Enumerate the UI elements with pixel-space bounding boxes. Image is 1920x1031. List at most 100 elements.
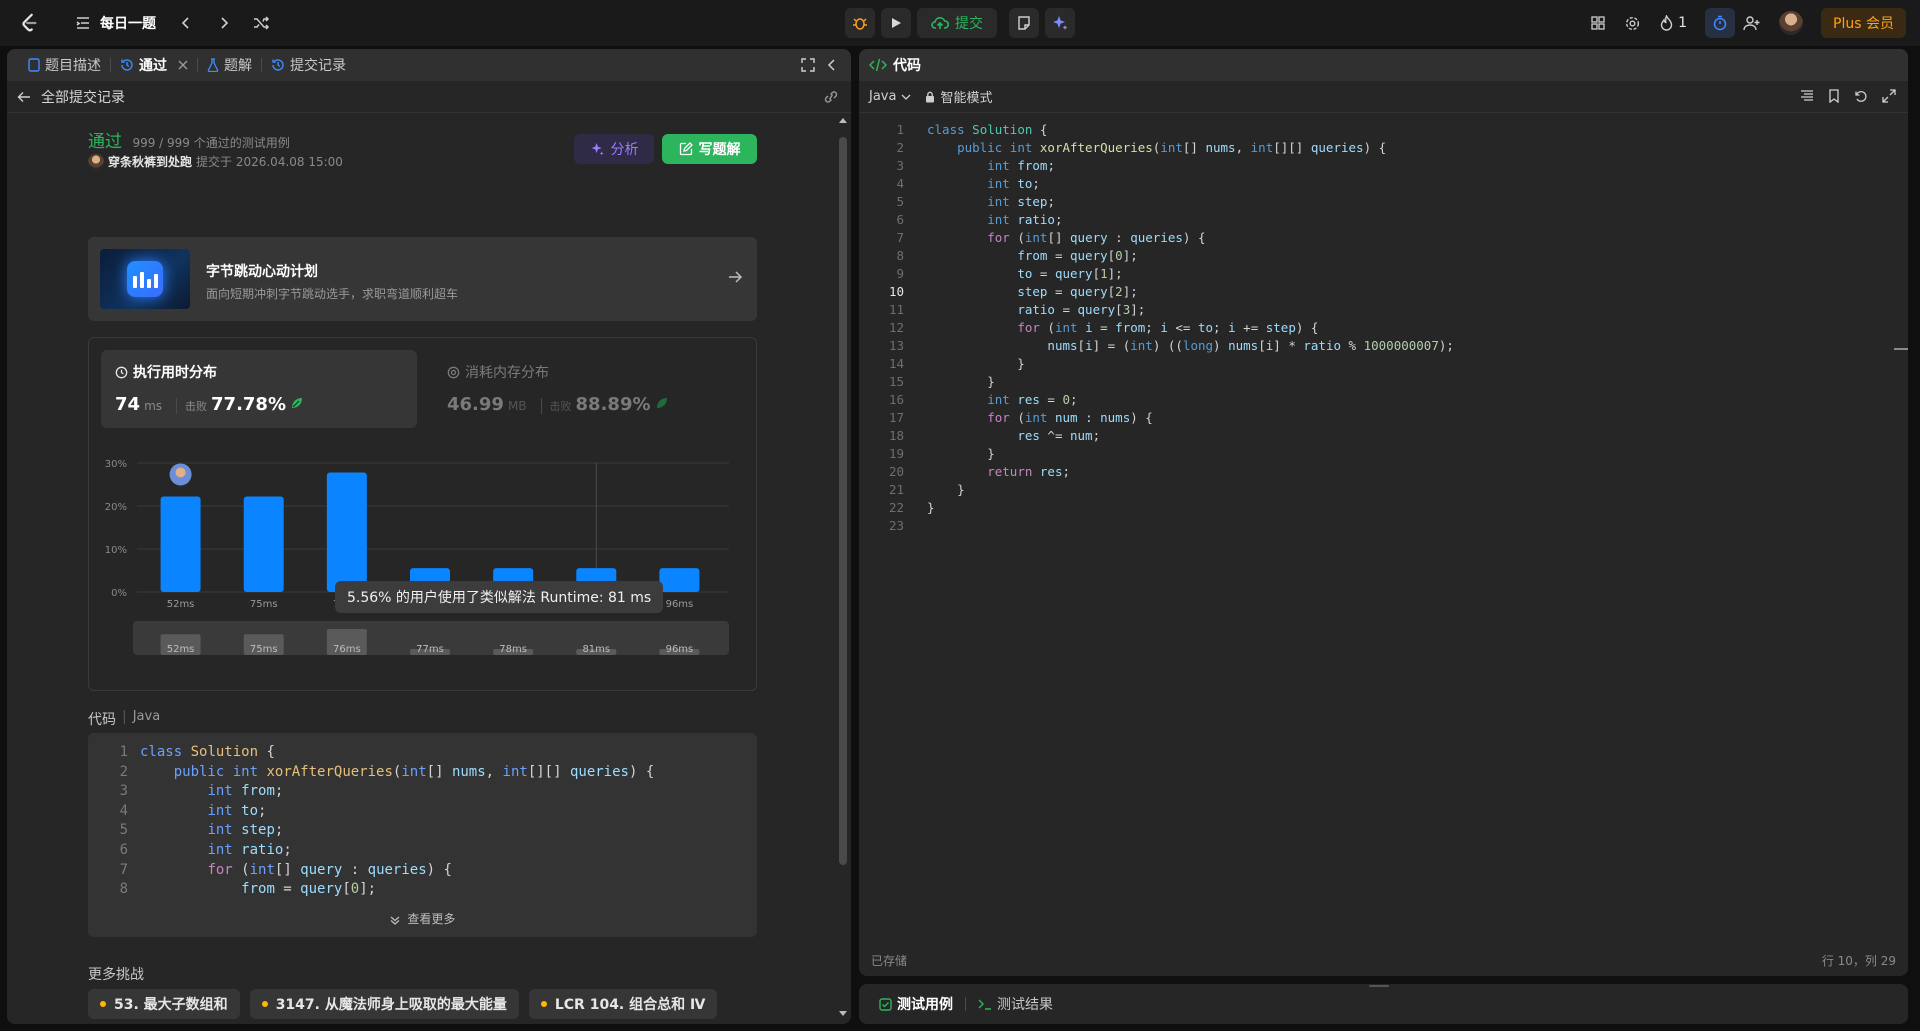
- editor-line[interactable]: 7 for (int[] query : queries) {: [859, 229, 1454, 247]
- left-tabbar: 题目描述 通过 题解 提交记录: [7, 49, 851, 81]
- submissions-history-icon: [272, 59, 284, 71]
- maximize-icon[interactable]: [801, 58, 815, 72]
- editor-line[interactable]: 3 int from;: [859, 157, 1454, 175]
- tab-solutions[interactable]: 题解: [198, 49, 261, 81]
- editor-line[interactable]: 13 nums[i] = (int) ((long) nums[i] * rat…: [859, 337, 1454, 355]
- tab-testcase[interactable]: 测试用例: [873, 994, 959, 1014]
- next-problem-icon[interactable]: [216, 15, 232, 31]
- mini-tick-label: 96ms: [666, 644, 694, 655]
- note-button[interactable]: [1009, 8, 1039, 38]
- left-panel: 题目描述 通过 题解 提交记录 全部提交记录 通过 999 / 999 个通过的…: [7, 49, 851, 1024]
- ai-assistant-button[interactable]: [1045, 8, 1075, 38]
- editor-line[interactable]: 22}: [859, 499, 1454, 517]
- mini-tick-label: 81ms: [582, 644, 610, 655]
- editor-line[interactable]: 17 for (int num : nums) {: [859, 409, 1454, 427]
- left-scrollbar[interactable]: [839, 117, 847, 1017]
- promo-banner[interactable]: 字节跳动心动计划 面向短期冲刺字节跳动选手，求职弯道顺利超车: [88, 237, 757, 321]
- analyze-button[interactable]: 分析: [574, 134, 654, 164]
- settings-gear-icon[interactable]: [1624, 15, 1641, 32]
- user-avatar[interactable]: [1779, 11, 1804, 35]
- editor-line[interactable]: 18 res ^= num;: [859, 427, 1454, 445]
- editor-line[interactable]: 15 }: [859, 373, 1454, 391]
- editor-line[interactable]: 12 for (int i = from; i <= to; i += step…: [859, 319, 1454, 337]
- editor-line[interactable]: 10 step = query[2];: [859, 283, 1454, 301]
- editor-line[interactable]: 11 ratio = query[3];: [859, 301, 1454, 319]
- editor-line[interactable]: 23: [859, 517, 1454, 535]
- line-number: 5: [119, 822, 128, 839]
- challenge-list: 53. 最大子数组和 3147. 从魔法师身上吸取的最大能量 LCR 104. …: [88, 989, 718, 1019]
- language-select[interactable]: Java: [869, 89, 911, 104]
- runtime-title: 执行用时分布: [133, 365, 217, 381]
- editor-line[interactable]: 20 return res;: [859, 463, 1454, 481]
- problem-list-icon[interactable]: [74, 14, 92, 32]
- editor-line[interactable]: 21 }: [859, 481, 1454, 499]
- author-name[interactable]: 穿条秋裤到处跑: [108, 153, 192, 170]
- solution-flask-icon: [207, 58, 219, 72]
- back-arrow-icon[interactable]: [17, 90, 31, 104]
- timer-button[interactable]: [1705, 8, 1736, 38]
- plus-member-button[interactable]: Plus 会员: [1821, 8, 1906, 38]
- write-solution-button[interactable]: 写题解: [662, 134, 757, 164]
- editor-line[interactable]: 4 int to;: [859, 175, 1454, 193]
- editor-line[interactable]: 14 }: [859, 355, 1454, 373]
- submit-button[interactable]: 提交: [917, 8, 997, 38]
- tab-accepted[interactable]: 通过: [111, 49, 197, 81]
- overview-ruler-marker: [1894, 348, 1908, 350]
- copy-link-icon[interactable]: [823, 90, 839, 104]
- editor-line[interactable]: 8 from = query[0];: [859, 247, 1454, 265]
- format-icon[interactable]: [1800, 89, 1814, 103]
- tab-description[interactable]: 题目描述: [19, 49, 110, 81]
- streak-counter[interactable]: 1: [1659, 15, 1687, 31]
- problem-list-title[interactable]: 每日一题: [100, 13, 156, 33]
- bookmark-icon[interactable]: [1828, 89, 1840, 103]
- all-submissions-link[interactable]: 全部提交记录: [41, 87, 125, 107]
- submitted-code-block[interactable]: 1 class Solution {2 public int xorAfterQu…: [88, 733, 757, 937]
- run-button[interactable]: [881, 8, 911, 38]
- debug-button[interactable]: [845, 8, 875, 38]
- reset-icon[interactable]: [1854, 89, 1868, 103]
- editor-line[interactable]: 9 to = query[1];: [859, 265, 1454, 283]
- editor-line[interactable]: 2 public int xorAfterQueries(int[] nums,…: [859, 139, 1454, 157]
- code-editor[interactable]: 1 class Solution {2 public int xorAfterQu…: [859, 113, 1908, 933]
- runtime-card[interactable]: 执行用时分布 74 ms 击败 77.78%: [101, 350, 417, 428]
- smart-mode-toggle[interactable]: 智能模式: [925, 87, 992, 106]
- resize-handle[interactable]: [1369, 985, 1389, 987]
- tab-submissions[interactable]: 提交记录: [262, 49, 355, 81]
- challenge-chip[interactable]: 53. 最大子数组和: [88, 989, 240, 1019]
- author-avatar[interactable]: [88, 153, 104, 170]
- editor-line[interactable]: 1 class Solution {: [859, 121, 1454, 139]
- expand-icon[interactable]: [1882, 89, 1896, 103]
- challenge-chip[interactable]: LCR 104. 组合总和 Ⅳ: [528, 989, 718, 1019]
- scroll-down-icon[interactable]: [839, 1009, 847, 1017]
- leetcode-logo-icon[interactable]: [18, 12, 40, 34]
- editor-line[interactable]: 5 int step;: [859, 193, 1454, 211]
- line-number: 13: [888, 338, 904, 353]
- line-number: 1: [119, 744, 128, 760]
- editor-tabbar: 代码: [859, 49, 1908, 81]
- runtime-beat-percent: 77.78%: [211, 394, 286, 415]
- line-number: 12: [888, 320, 904, 335]
- editor-line[interactable]: 16 int res = 0;: [859, 391, 1454, 409]
- tab-test-result[interactable]: 测试结果: [972, 994, 1059, 1014]
- y-tick-label: 0%: [111, 588, 127, 599]
- leaf-badge-icon: [292, 398, 302, 408]
- add-friend-icon[interactable]: [1743, 15, 1761, 31]
- scroll-thumb[interactable]: [839, 137, 847, 865]
- prev-problem-icon[interactable]: [178, 15, 194, 31]
- random-problem-icon[interactable]: [252, 14, 270, 32]
- editor-tab-title[interactable]: 代码: [893, 55, 921, 75]
- see-more-button[interactable]: 查看更多: [88, 910, 757, 927]
- editor-line[interactable]: 19 }: [859, 445, 1454, 463]
- editor-code-lines[interactable]: 1 class Solution {2 public int xorAfterQu…: [859, 121, 1454, 535]
- memory-card[interactable]: 消耗内存分布 46.99 MB 击败 88.89%: [433, 350, 749, 428]
- editor-tools: [1800, 89, 1896, 103]
- challenge-chip[interactable]: 3147. 从魔法师身上吸取的最大能量: [249, 989, 519, 1019]
- close-tab-icon[interactable]: [178, 60, 188, 70]
- layout-icon[interactable]: [1590, 15, 1606, 31]
- top-bar: 每日一题 提交 1 Plus 会员: [0, 0, 1920, 46]
- code-language: Java: [132, 709, 161, 724]
- collapse-panel-icon[interactable]: [825, 58, 839, 72]
- editor-line[interactable]: 6 int ratio;: [859, 211, 1454, 229]
- x-tick-label: 75ms: [250, 599, 278, 610]
- scroll-up-icon[interactable]: [839, 117, 847, 125]
